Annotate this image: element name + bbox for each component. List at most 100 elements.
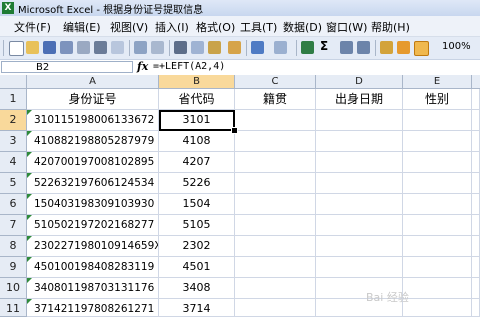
cell-a9[interactable]: 450100198408283119 bbox=[27, 257, 159, 278]
spelling-icon[interactable] bbox=[134, 41, 147, 54]
sort-ascending-icon[interactable] bbox=[340, 41, 353, 54]
menu-view[interactable]: 视图(V) bbox=[110, 19, 148, 35]
cell-c9[interactable] bbox=[235, 257, 316, 278]
row-header-10[interactable]: 10 bbox=[0, 278, 27, 299]
cell-e10[interactable] bbox=[403, 278, 472, 299]
cell-d5[interactable] bbox=[316, 173, 403, 194]
drawing-icon[interactable] bbox=[397, 41, 410, 54]
row-header-9[interactable]: 9 bbox=[0, 257, 27, 278]
menu-insert[interactable]: 插入(I) bbox=[155, 19, 189, 35]
cell-a7[interactable]: 510502197202168277 bbox=[27, 215, 159, 236]
column-header-d[interactable]: D bbox=[316, 75, 403, 89]
row-header-1[interactable]: 1 bbox=[0, 89, 27, 110]
menu-file[interactable]: 文件(F) bbox=[14, 19, 51, 35]
column-header-e[interactable]: E bbox=[403, 75, 472, 89]
row-header-6[interactable]: 6 bbox=[0, 194, 27, 215]
cell-e9[interactable] bbox=[403, 257, 472, 278]
cell-e7[interactable] bbox=[403, 215, 472, 236]
select-all-corner[interactable] bbox=[0, 75, 27, 89]
menu-data[interactable]: 数据(D) bbox=[283, 19, 322, 35]
insert-function-icon[interactable]: fx bbox=[137, 60, 148, 73]
cell-f4[interactable] bbox=[472, 152, 480, 173]
chart-wizard-icon[interactable] bbox=[380, 41, 393, 54]
print-icon[interactable] bbox=[94, 41, 107, 54]
cell-d9[interactable] bbox=[316, 257, 403, 278]
cell-c1[interactable]: 籍贯 bbox=[235, 89, 316, 110]
permission-icon[interactable] bbox=[60, 41, 73, 54]
column-header-c[interactable]: C bbox=[235, 75, 316, 89]
formula-input[interactable]: =+LEFT(A2,4) bbox=[153, 61, 225, 72]
cell-a8[interactable]: 230227198010914659X bbox=[27, 236, 159, 257]
cell-e8[interactable] bbox=[403, 236, 472, 257]
cell-c2[interactable] bbox=[235, 110, 316, 131]
row-header-2[interactable]: 2 bbox=[0, 110, 27, 131]
email-icon[interactable] bbox=[77, 41, 90, 54]
cell-f8[interactable] bbox=[472, 236, 480, 257]
undo-icon[interactable] bbox=[251, 41, 264, 54]
row-header-11[interactable]: 11 bbox=[0, 299, 27, 317]
cell-b3[interactable]: 4108 bbox=[159, 131, 235, 152]
save-icon[interactable] bbox=[43, 41, 56, 54]
row-header-5[interactable]: 5 bbox=[0, 173, 27, 194]
fill-handle[interactable] bbox=[231, 127, 238, 134]
cell-b7[interactable]: 5105 bbox=[159, 215, 235, 236]
autosum-icon[interactable]: Σ bbox=[320, 39, 328, 53]
row-header-7[interactable]: 7 bbox=[0, 215, 27, 236]
row-header-8[interactable]: 8 bbox=[0, 236, 27, 257]
cell-a1[interactable]: 身份证号 bbox=[27, 89, 159, 110]
name-box[interactable]: B2 bbox=[1, 61, 133, 73]
cell-b4[interactable]: 4207 bbox=[159, 152, 235, 173]
sort-descending-icon[interactable] bbox=[357, 41, 370, 54]
cell-c4[interactable] bbox=[235, 152, 316, 173]
row-header-3[interactable]: 3 bbox=[0, 131, 27, 152]
cell-f5[interactable] bbox=[472, 173, 480, 194]
cell-f3[interactable] bbox=[472, 131, 480, 152]
print-preview-icon[interactable] bbox=[111, 41, 124, 54]
column-header-a[interactable]: A bbox=[27, 75, 159, 89]
cell-f2[interactable] bbox=[472, 110, 480, 131]
menu-window[interactable]: 窗口(W) bbox=[326, 19, 367, 35]
paste-icon[interactable] bbox=[208, 41, 221, 54]
research-icon[interactable] bbox=[151, 41, 164, 54]
cell-d3[interactable] bbox=[316, 131, 403, 152]
cell-f6[interactable] bbox=[472, 194, 480, 215]
cell-a6[interactable]: 150403198309103930 bbox=[27, 194, 159, 215]
menu-format[interactable]: 格式(O) bbox=[196, 19, 235, 35]
cell-b2[interactable]: 3101 bbox=[159, 110, 235, 131]
cell-c3[interactable] bbox=[235, 131, 316, 152]
cell-d2[interactable] bbox=[316, 110, 403, 131]
cell-a11[interactable]: 371421197808261271 bbox=[27, 299, 159, 317]
cell-e5[interactable] bbox=[403, 173, 472, 194]
zoom-level[interactable]: 100% bbox=[442, 41, 471, 52]
hyperlink-icon[interactable] bbox=[301, 41, 314, 54]
cell-d7[interactable] bbox=[316, 215, 403, 236]
cell-f9[interactable] bbox=[472, 257, 480, 278]
cell-e11[interactable] bbox=[403, 299, 472, 317]
column-header-b[interactable]: B bbox=[159, 75, 235, 89]
menu-help[interactable]: 帮助(H) bbox=[371, 19, 410, 35]
row-header-4[interactable]: 4 bbox=[0, 152, 27, 173]
cell-a10[interactable]: 340801198703131176 bbox=[27, 278, 159, 299]
cell-b6[interactable]: 1504 bbox=[159, 194, 235, 215]
cell-c6[interactable] bbox=[235, 194, 316, 215]
cell-f7[interactable] bbox=[472, 215, 480, 236]
cell-e1[interactable]: 性别 bbox=[403, 89, 472, 110]
cell-e4[interactable] bbox=[403, 152, 472, 173]
cell-c10[interactable] bbox=[235, 278, 316, 299]
menu-tools[interactable]: 工具(T) bbox=[240, 19, 277, 35]
cell-b11[interactable]: 3714 bbox=[159, 299, 235, 317]
cut-icon[interactable] bbox=[174, 41, 187, 54]
cell-c5[interactable] bbox=[235, 173, 316, 194]
cell-b1[interactable]: 省代码 bbox=[159, 89, 235, 110]
cell-b10[interactable]: 3408 bbox=[159, 278, 235, 299]
cell-e2[interactable] bbox=[403, 110, 472, 131]
cell-f11[interactable] bbox=[472, 299, 480, 317]
format-painter-icon[interactable] bbox=[228, 41, 241, 54]
cell-b9[interactable]: 4501 bbox=[159, 257, 235, 278]
cell-d4[interactable] bbox=[316, 152, 403, 173]
copy-icon[interactable] bbox=[191, 41, 204, 54]
cell-f1[interactable] bbox=[472, 89, 480, 110]
cell-f10[interactable] bbox=[472, 278, 480, 299]
cell-b8[interactable]: 2302 bbox=[159, 236, 235, 257]
menu-edit[interactable]: 编辑(E) bbox=[63, 19, 101, 35]
